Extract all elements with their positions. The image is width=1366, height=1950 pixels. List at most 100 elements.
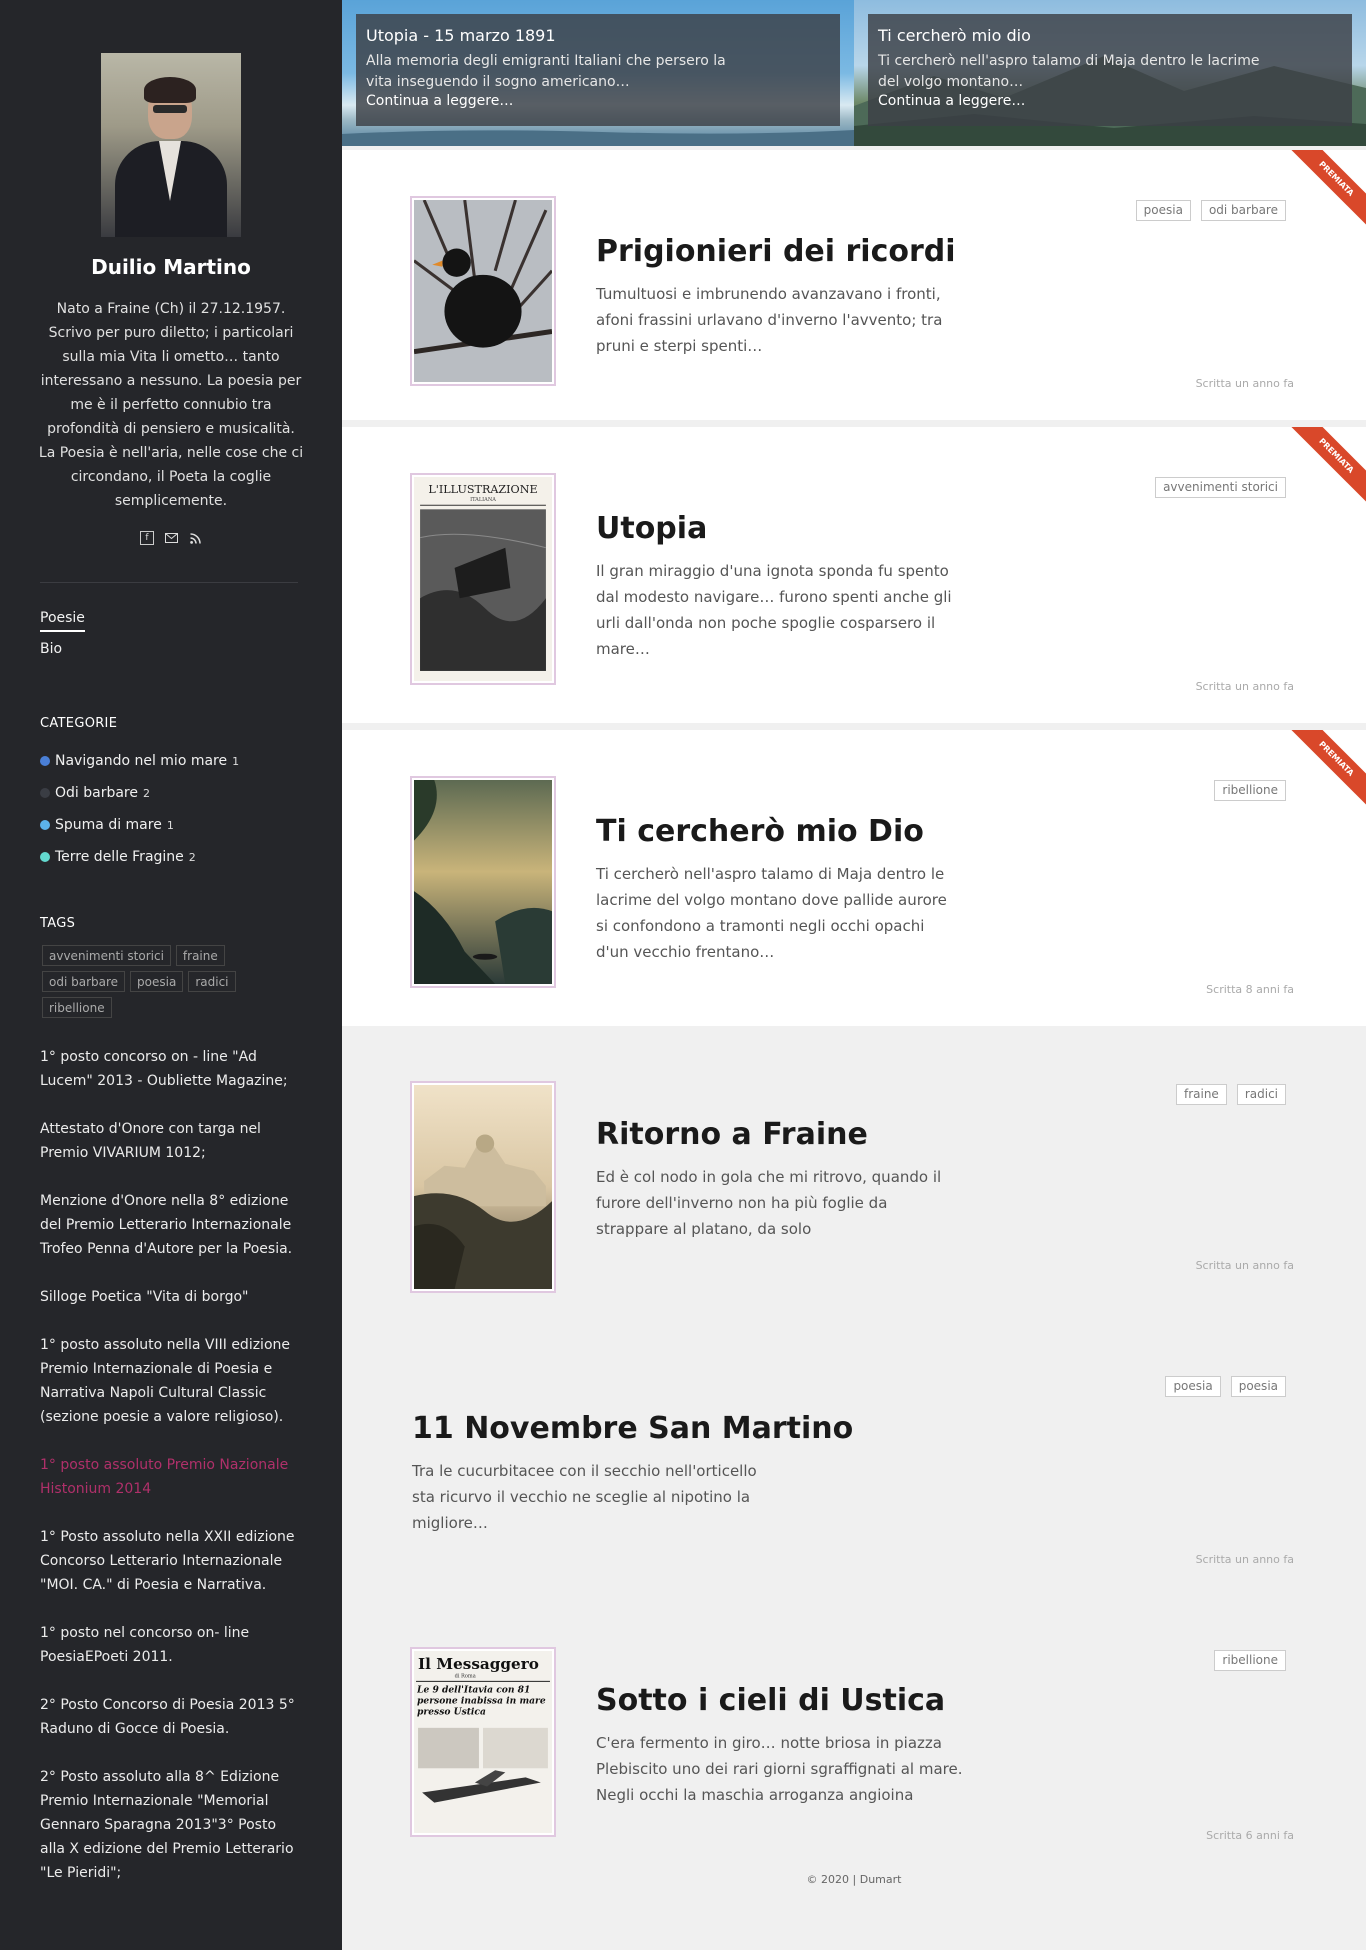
featured-tile[interactable]: Utopia - 15 marzo 1891 Alla memoria degl… xyxy=(342,0,854,146)
post-card: PREMIATA ribellione Ti cercherò mio Dio … xyxy=(342,730,1366,1026)
post-excerpt: Il gran miraggio d'una ignota sponda fu … xyxy=(596,562,952,658)
category-item[interactable]: Navigando nel mio mare 1 xyxy=(40,745,239,777)
tag-cloud: avvenimenti storici fraine odi barbare p… xyxy=(42,945,302,1018)
category-dot xyxy=(40,788,50,798)
post-tag[interactable]: avvenimenti storici xyxy=(1155,477,1286,498)
tags-heading: TAGS xyxy=(40,916,76,931)
featured-excerpt: Alla memoria degli emigranti Italiani ch… xyxy=(366,53,726,90)
mail-icon[interactable] xyxy=(164,531,178,545)
facebook-icon[interactable]: f xyxy=(140,531,154,545)
tag-link[interactable]: radici xyxy=(188,971,236,992)
post-thumbnail[interactable] xyxy=(410,1081,556,1293)
featured-title[interactable]: Utopia - 15 marzo 1891 xyxy=(366,26,830,45)
nav-bio[interactable]: Bio xyxy=(40,641,85,672)
category-item[interactable]: Odi barbare 2 xyxy=(40,777,239,809)
categories-heading: CATEGORIE xyxy=(40,716,118,731)
post-excerpt: Ti cercherò nell'aspro talamo di Maja de… xyxy=(596,865,947,961)
post-thumbnail[interactable]: L'ILLUSTRAZIONE ITALIANA xyxy=(410,473,556,685)
post-tag[interactable]: odi barbare xyxy=(1200,200,1286,221)
post-title[interactable]: Ritorno a Fraine xyxy=(596,1117,868,1152)
category-list: Navigando nel mio mare 1 Odi barbare 2 S… xyxy=(40,745,239,873)
tag-link[interactable]: odi barbare xyxy=(42,971,126,992)
featured-caption: Ti cercherò mio dio Ti cercherò nell'asp… xyxy=(868,14,1352,126)
post-title[interactable]: Prigionieri dei ricordi xyxy=(596,234,956,269)
rss-icon[interactable] xyxy=(188,531,202,545)
newspaper-masthead: L'ILLUSTRAZIONE xyxy=(428,483,537,496)
category-dot xyxy=(40,852,50,862)
post-tag[interactable]: poesia xyxy=(1165,1376,1221,1397)
tag-link[interactable]: fraine xyxy=(175,945,225,966)
post-excerpt: Tumultuosi e imbrunendo avanzavano i fro… xyxy=(596,285,943,355)
awards-list: 1° posto concorso on - line "Ad Lucem" 2… xyxy=(40,1045,302,1909)
award-item: Menzione d'Onore nella 8° edizione del P… xyxy=(40,1193,293,1257)
award-item: Attestato d'Onore con targa nel Premio V… xyxy=(40,1121,261,1161)
footer-credit: © 2020 | Dumart xyxy=(806,1873,902,1886)
post-date: Scritta 8 anni fa xyxy=(1206,983,1294,996)
award-ribbon: PREMIATA xyxy=(1285,150,1366,230)
post-title[interactable]: Utopia xyxy=(596,511,707,546)
tag-link[interactable]: ribellione xyxy=(42,997,112,1018)
post-tags: avvenimenti storici xyxy=(1155,477,1286,498)
newspaper-masthead: Il Messaggero xyxy=(418,1655,539,1673)
post-card: Il Messaggero di Roma Le 9 dell'Itavia c… xyxy=(342,1607,1366,1862)
award-item: 1° Posto assoluto nella XXII edizione Co… xyxy=(40,1529,295,1593)
sidebar-divider xyxy=(40,582,298,583)
category-item[interactable]: Spuma di mare 1 xyxy=(40,809,239,841)
post-date: Scritta un anno fa xyxy=(1195,680,1294,693)
newspaper-subtitle: di Roma xyxy=(455,1673,476,1679)
featured-tile[interactable]: Ti cercherò mio dio Ti cercherò nell'asp… xyxy=(854,0,1366,146)
category-dot xyxy=(40,756,50,766)
post-thumbnail[interactable]: Il Messaggero di Roma Le 9 dell'Itavia c… xyxy=(410,1647,556,1837)
newspaper-headline: Le 9 dell'Itavia con 81 persone inabissa… xyxy=(417,1685,546,1718)
post-tag[interactable]: ribellione xyxy=(1214,780,1286,801)
post-tag[interactable]: radici xyxy=(1236,1084,1286,1105)
post-thumbnail[interactable] xyxy=(410,776,556,988)
post-tags: poesia poesia xyxy=(1165,1376,1286,1397)
post-title[interactable]: Ti cercherò mio Dio xyxy=(596,814,924,849)
post-thumbnail[interactable] xyxy=(410,196,556,386)
post-tag[interactable]: poesia xyxy=(1230,1376,1286,1397)
tag-link[interactable]: avvenimenti storici xyxy=(42,945,171,966)
post-tags: ribellione xyxy=(1214,780,1286,801)
post-card: PREMIATA L'ILLUSTRAZIONE ITALIANA avveni… xyxy=(342,427,1366,723)
award-ribbon: PREMIATA xyxy=(1285,730,1366,810)
post-title[interactable]: 11 Novembre San Martino xyxy=(412,1411,853,1446)
post-tags: fraine radici xyxy=(1175,1084,1286,1105)
award-item: 2° Posto assoluto alla 8^ Edizione Premi… xyxy=(40,1769,294,1881)
post-tag[interactable]: fraine xyxy=(1175,1084,1227,1105)
category-dot xyxy=(40,820,50,830)
author-name: Duilio Martino xyxy=(91,255,251,279)
featured-caption: Utopia - 15 marzo 1891 Alla memoria degl… xyxy=(356,14,840,126)
post-title[interactable]: Sotto i cieli di Ustica xyxy=(596,1683,945,1718)
nav-poesie[interactable]: Poesie xyxy=(40,610,85,641)
featured-excerpt: Ti cercherò nell'aspro talamo di Maja de… xyxy=(878,53,1260,90)
tag-link[interactable]: poesia xyxy=(130,971,184,992)
award-item: Silloge Poetica "Vita di borgo" xyxy=(40,1289,249,1305)
post-date: Scritta 6 anni fa xyxy=(1206,1829,1294,1842)
read-more-link[interactable]: Continua a leggere… xyxy=(878,93,1342,109)
award-item: 1° posto concorso on - line "Ad Lucem" 2… xyxy=(40,1049,288,1089)
category-item[interactable]: Terre delle Fragine 2 xyxy=(40,841,239,873)
post-date: Scritta un anno fa xyxy=(1195,377,1294,390)
main-nav: Poesie Bio xyxy=(40,610,85,672)
post-tag[interactable]: poesia xyxy=(1135,200,1191,221)
post-tag[interactable]: ribellione xyxy=(1214,1650,1286,1671)
post-excerpt: Tra le cucurbitacee con il secchio nell'… xyxy=(412,1462,757,1532)
award-ribbon: PREMIATA xyxy=(1285,427,1366,507)
featured-title[interactable]: Ti cercherò mio dio xyxy=(878,26,1342,45)
newspaper-subtitle: ITALIANA xyxy=(470,497,496,503)
sidebar: Duilio Martino Nato a Fraine (Ch) il 27.… xyxy=(0,0,342,1950)
award-item-link[interactable]: 1° posto assoluto Premio Nazionale Histo… xyxy=(40,1453,302,1501)
post-excerpt: C'era fermento in giro… notte briosa in … xyxy=(596,1734,963,1804)
featured-hero: Utopia - 15 marzo 1891 Alla memoria degl… xyxy=(342,0,1366,146)
author-bio: Nato a Fraine (Ch) il 27.12.1957. Scrivo… xyxy=(38,301,304,509)
read-more-link[interactable]: Continua a leggere… xyxy=(366,93,830,109)
post-excerpt: Ed è col nodo in gola che mi ritrovo, qu… xyxy=(596,1168,942,1238)
award-item: 1° posto nel concorso on- line PoesiaEPo… xyxy=(40,1625,250,1665)
post-card: PREMIATA poesia odi barbare Prigionieri … xyxy=(342,150,1366,420)
award-item: 1° posto assoluto nella VIII edizione Pr… xyxy=(40,1337,290,1425)
social-links: f xyxy=(0,531,342,545)
author-avatar xyxy=(101,53,241,237)
post-card: fraine radici Ritorno a Fraine Ed è col … xyxy=(342,1033,1366,1323)
post-date: Scritta un anno fa xyxy=(1195,1259,1294,1272)
